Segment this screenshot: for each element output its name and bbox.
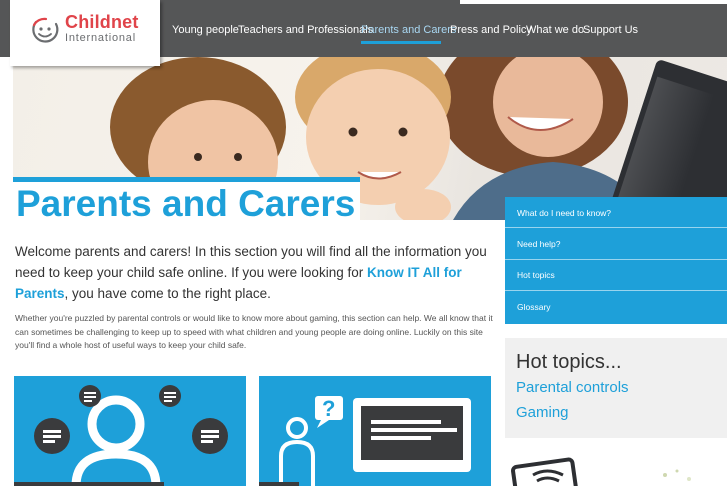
logo-name: Childnet (65, 12, 139, 32)
side-menu-hot-topics[interactable]: Hot topics (517, 270, 555, 280)
page-title: Parents and Carers (16, 183, 356, 224)
side-menu-what-do-i-need-to-know[interactable]: What do I need to know? (517, 208, 611, 218)
tile-what-do-i-need-to-know[interactable] (14, 376, 246, 486)
nav-item-press-policy[interactable]: Press and Policy (450, 24, 532, 36)
side-menu-glossary[interactable]: Glossary (517, 302, 551, 312)
logo-subtitle: International (65, 32, 136, 44)
tile-need-help[interactable]: ? (259, 376, 491, 486)
intro-paragraph: Welcome parents and carers! In this sect… (15, 241, 500, 304)
body-paragraph: Whether you're puzzled by parental contr… (15, 313, 493, 350)
top-strip (460, 0, 727, 4)
bottom-teaser-image[interactable] (505, 453, 727, 486)
nav-item-support-us[interactable]: Support Us (583, 24, 638, 36)
svg-text:?: ? (322, 396, 335, 421)
childnet-logo[interactable]: Childnet International (10, 0, 160, 66)
active-nav-indicator (361, 41, 441, 44)
hot-topics-title: Hot topics... (516, 351, 622, 373)
tile-caption-strip (259, 482, 299, 486)
intro-text-after: , you have come to the right place. (64, 286, 271, 301)
smiley-logo-icon (32, 17, 59, 43)
nav-item-young-people[interactable]: Young people (172, 24, 239, 36)
side-divider (505, 227, 727, 228)
person-screen-icon: ? (279, 396, 471, 486)
side-divider (505, 259, 727, 260)
person-chat-icon (34, 385, 228, 486)
tile-caption-strip (14, 482, 164, 486)
side-divider (505, 290, 727, 291)
side-menu-need-help[interactable]: Need help? (517, 239, 560, 249)
hot-topics-box: Hot topics... Parental controls Gaming (505, 338, 727, 438)
nav-item-parents-carers[interactable]: Parents and Carers (361, 24, 456, 36)
nav-item-teachers-professionals[interactable]: Teachers and Professionals (238, 24, 373, 36)
nav-item-what-we-do[interactable]: What we do (526, 24, 584, 36)
side-menu: What do I need to know? Need help? Hot t… (505, 197, 727, 324)
device-image (511, 457, 691, 486)
hot-topic-parental-controls-link[interactable]: Parental controls (516, 379, 629, 396)
hot-topic-gaming-link[interactable]: Gaming (516, 404, 569, 421)
